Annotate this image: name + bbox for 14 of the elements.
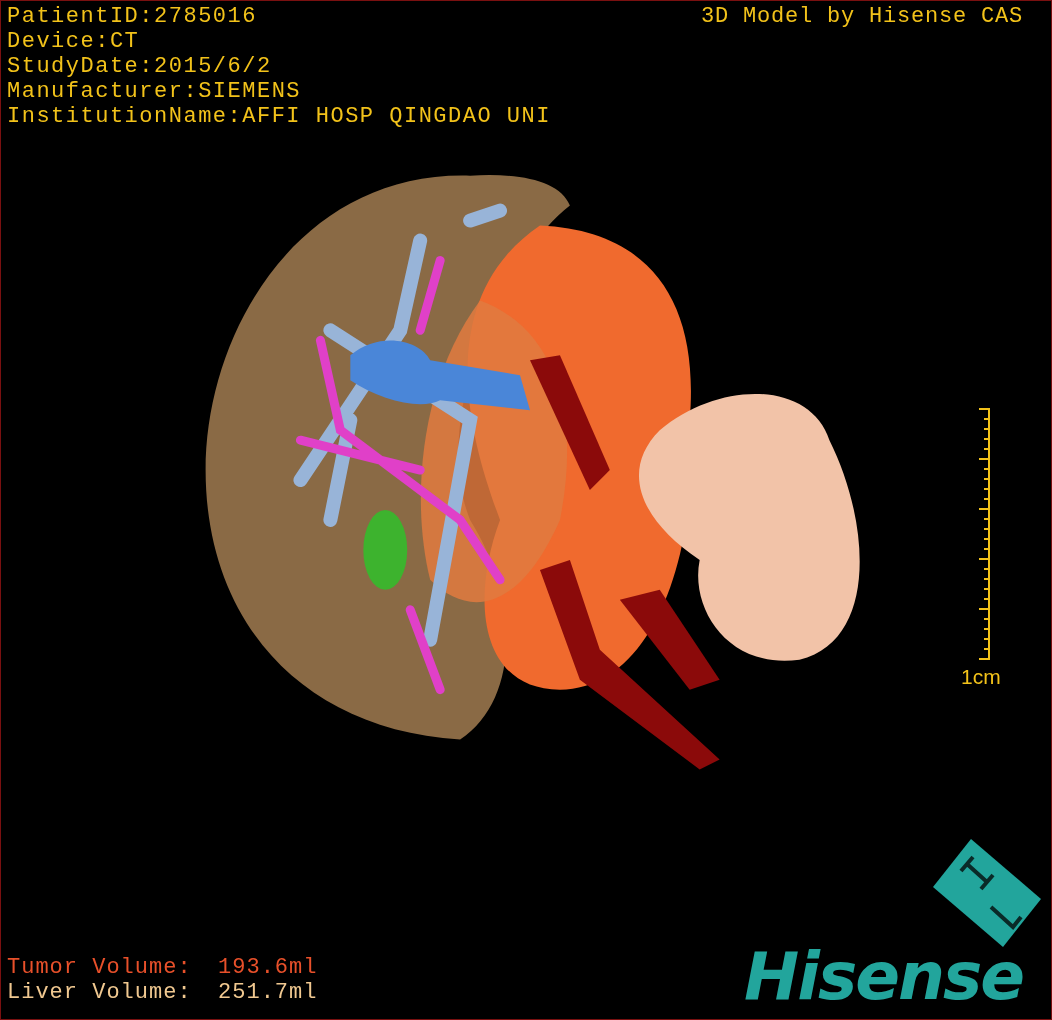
volume-value: 193.6ml: [218, 955, 318, 980]
volume-label: Tumor Volume:: [7, 955, 192, 980]
viewer-title: 3D Model by Hisense CAS: [700, 4, 1023, 29]
info-text: PatientID:2785016: [7, 4, 258, 29]
info-text: Device:CT: [7, 29, 141, 54]
info-text: InstitutionName:AFFI HOSP QINGDAO UNI: [7, 104, 551, 129]
logo-icon: [931, 837, 1043, 949]
volume-value: 251.7ml: [218, 980, 318, 1005]
info-text: StudyDate:2015/6/2: [7, 54, 273, 79]
volume-label: Liver Volume:: [7, 980, 192, 1005]
scale-ruler-icon: [976, 407, 991, 663]
scale-label: 1cm: [961, 665, 1001, 689]
info-text: Manufacturer:SIEMENS: [7, 79, 303, 104]
brand-wordmark: Hisense: [744, 941, 1023, 1013]
